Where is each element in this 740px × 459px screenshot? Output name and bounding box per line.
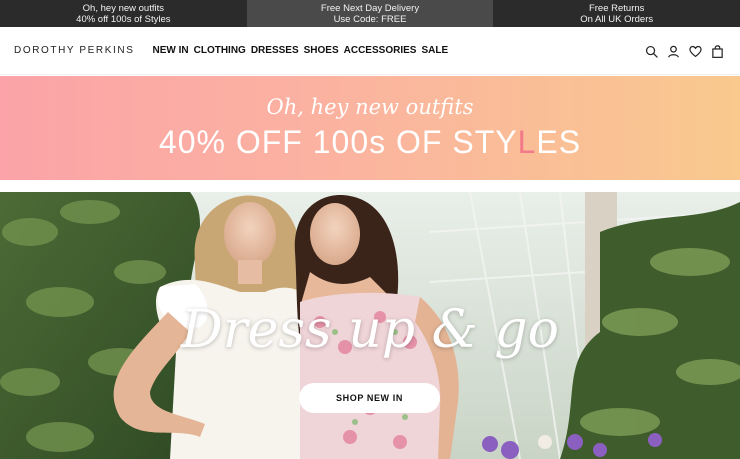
promo-line: On All UK Orders bbox=[580, 13, 654, 25]
sale-headline: 40% OFF 100s OF STYLES bbox=[159, 123, 581, 161]
sale-headline-part: 40% OFF 100s OF STY bbox=[158, 124, 518, 160]
sale-headline-accent-letter: L bbox=[517, 124, 537, 160]
nav-item-dresses[interactable]: DRESSES bbox=[251, 45, 299, 56]
hero-banner[interactable]: Dress up & go bbox=[0, 192, 740, 459]
site-header: DOROTHY PERKINS NEW IN CLOTHING DRESSES … bbox=[0, 27, 740, 75]
account-icon[interactable] bbox=[667, 45, 680, 58]
promo-cell-returns[interactable]: Free Returns On All UK Orders bbox=[493, 0, 740, 27]
nav-item-shoes[interactable]: SHOES bbox=[304, 45, 339, 56]
nav-item-clothing[interactable]: CLOTHING bbox=[194, 45, 246, 56]
sale-banner[interactable]: Oh, hey new outfits 40% OFF 100s OF STYL… bbox=[0, 76, 740, 180]
shop-new-in-button[interactable]: SHOP NEW IN bbox=[299, 383, 440, 413]
promo-cell-delivery[interactable]: Free Next Day Delivery Use Code: FREE bbox=[246, 0, 494, 27]
promo-strip: Oh, hey new outfits 40% off 100s of Styl… bbox=[0, 0, 740, 27]
sale-script-text: Oh, hey new outfits bbox=[266, 95, 474, 119]
search-icon[interactable] bbox=[645, 45, 658, 58]
promo-cell-sale[interactable]: Oh, hey new outfits 40% off 100s of Styl… bbox=[0, 0, 247, 27]
nav-item-sale[interactable]: SALE bbox=[421, 45, 448, 56]
promo-line: Use Code: FREE bbox=[333, 13, 407, 25]
header-icons bbox=[645, 27, 724, 75]
site-logo[interactable]: DOROTHY PERKINS bbox=[14, 45, 135, 56]
promo-line: Oh, hey new outfits bbox=[82, 2, 164, 14]
nav-item-new-in[interactable]: NEW IN bbox=[153, 45, 189, 56]
promo-line: Free Returns bbox=[588, 2, 645, 14]
promo-line: Free Next Day Delivery bbox=[320, 2, 420, 14]
wishlist-heart-icon[interactable] bbox=[689, 45, 702, 58]
shopping-bag-icon[interactable] bbox=[711, 44, 724, 58]
nav-item-accessories[interactable]: ACCESSORIES bbox=[344, 45, 417, 56]
hero-title: Dress up & go bbox=[181, 300, 559, 360]
promo-line: 40% off 100s of Styles bbox=[76, 13, 171, 25]
main-nav: NEW IN CLOTHING DRESSES SHOES ACCESSORIE… bbox=[153, 45, 449, 56]
sale-headline-part: ES bbox=[536, 124, 582, 160]
